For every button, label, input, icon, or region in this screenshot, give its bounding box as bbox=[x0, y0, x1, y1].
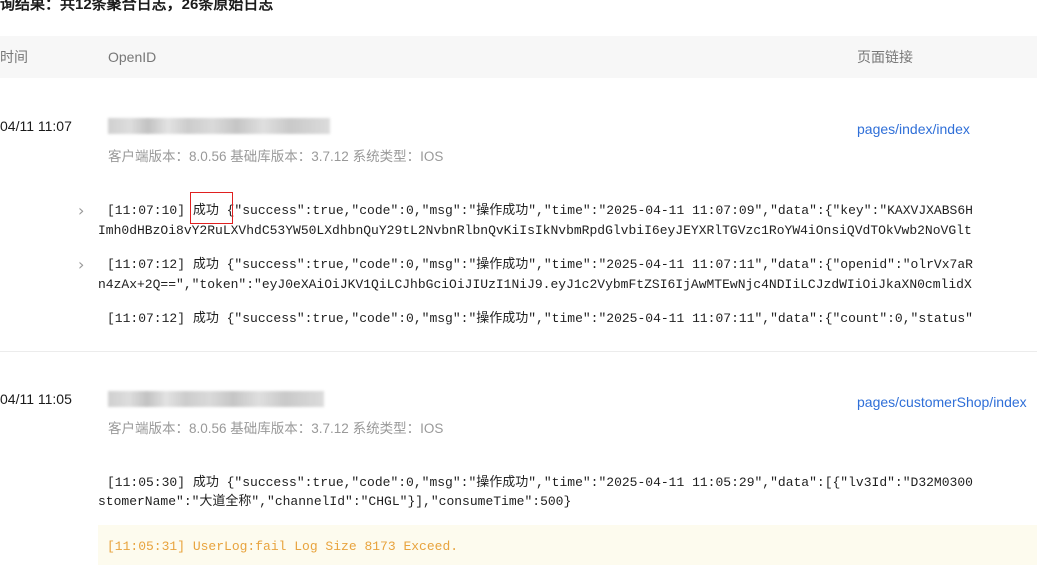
openid-redacted bbox=[108, 118, 330, 134]
page-link[interactable]: pages/customerShop/index bbox=[857, 394, 1027, 410]
log-line: [11:07:12] 成功 {"success":true,"code":0,"… bbox=[107, 257, 973, 272]
table-header: 时间 OpenID 页面链接 bbox=[0, 36, 1037, 78]
chevron-right-icon[interactable]: › bbox=[78, 255, 84, 274]
log-line: Imh0dHBzOi8vY2RuLXVhdC53YW50LXdhbnQuY29t… bbox=[98, 223, 972, 238]
entry-meta: 客户端版本：8.0.56 基础库版本：3.7.12 系统类型：IOS bbox=[108, 421, 444, 436]
entry-time: 04/11 11:07 bbox=[0, 118, 72, 134]
entry-time: 04/11 11:05 bbox=[0, 391, 72, 407]
warning-log-line: [11:05:31] UserLog:fail Log Size 8173 Ex… bbox=[107, 539, 459, 554]
page-link[interactable]: pages/index/index bbox=[857, 121, 970, 137]
openid-redacted bbox=[108, 391, 324, 407]
header-page-link: 页面链接 bbox=[857, 49, 913, 65]
header-time: 时间 bbox=[0, 49, 28, 65]
log-line: stomerName":"大道全称","channelId":"CHGL"}],… bbox=[98, 494, 572, 509]
chevron-right-icon[interactable]: › bbox=[78, 201, 84, 220]
entry-meta: 客户端版本：8.0.56 基础库版本：3.7.12 系统类型：IOS bbox=[108, 149, 444, 164]
result-summary: 询结果：共12条聚合日志，26条原始日志 bbox=[0, 0, 274, 13]
row-divider bbox=[0, 351, 1037, 352]
log-line: [11:07:10] 成功 {"success":true,"code":0,"… bbox=[107, 203, 973, 218]
log-line: [11:07:12] 成功 {"success":true,"code":0,"… bbox=[107, 311, 973, 326]
header-openid: OpenID bbox=[108, 49, 157, 65]
success-highlight bbox=[190, 192, 233, 224]
log-line: n4zAx+2Q==","token":"eyJ0eXAiOiJKV1QiLCJ… bbox=[98, 277, 972, 292]
log-line: [11:05:30] 成功 {"success":true,"code":0,"… bbox=[107, 475, 973, 490]
